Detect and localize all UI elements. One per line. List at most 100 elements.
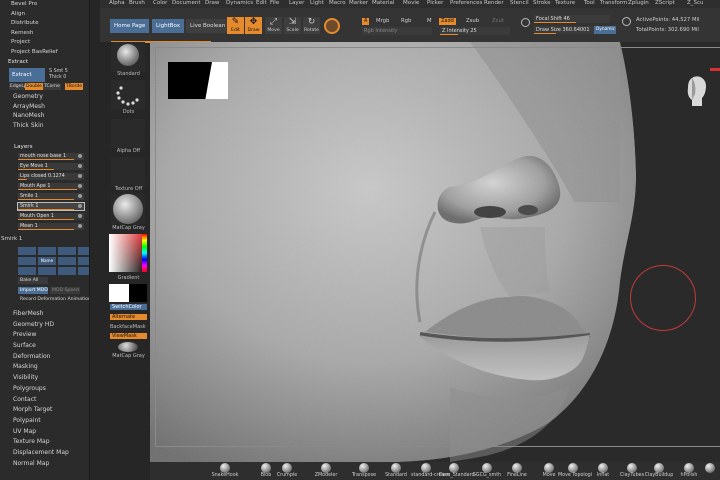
menu-item[interactable]: Alpha xyxy=(109,0,125,7)
layer-action-button[interactable] xyxy=(78,247,89,255)
eye-icon[interactable] xyxy=(78,154,82,158)
eye-icon[interactable] xyxy=(78,164,82,168)
subpalette-item[interactable]: Displacement Map xyxy=(0,448,89,459)
subpalette-item[interactable]: Texture Map xyxy=(0,437,89,448)
layer-action-button[interactable] xyxy=(58,247,76,255)
layer-action-button[interactable] xyxy=(58,267,76,275)
stroke-dots-thumb[interactable] xyxy=(111,80,145,110)
layer-action-button[interactable] xyxy=(18,257,36,265)
menu-item[interactable]: Zplugin xyxy=(628,0,649,7)
layer-action-button[interactable] xyxy=(78,267,89,275)
navigator-thumbnail[interactable] xyxy=(168,62,228,99)
layer-row[interactable]: Smile 1 xyxy=(18,193,84,201)
subpalette-item[interactable]: FiberMesh xyxy=(0,309,89,320)
subpalette-item[interactable]: Deformation xyxy=(0,352,89,363)
layers-header[interactable]: Layers xyxy=(6,143,33,153)
brush-button[interactable]: Move Topologi xyxy=(558,462,592,479)
menu-item[interactable]: Light xyxy=(310,0,324,7)
subpalette-item[interactable]: Surface xyxy=(0,341,89,352)
brush-button[interactable]: ClayTubes xyxy=(617,462,647,479)
bake-all-button[interactable]: Bake All xyxy=(18,277,48,284)
s-smt-slider[interactable]: S Smt 5 xyxy=(49,69,68,74)
layer-row[interactable]: Eye Move 1 xyxy=(18,163,84,171)
menu-item[interactable]: Stroke xyxy=(533,0,551,7)
focal-shift-slider[interactable]: Focal Shift 46 xyxy=(534,15,610,23)
move-button[interactable]: ⤢ Move xyxy=(265,17,282,34)
brush-button[interactable]: ZModeler xyxy=(311,462,341,479)
extract-toggle[interactable]: Double xyxy=(25,83,43,91)
home-page-button[interactable]: Home Page xyxy=(110,19,150,33)
layer-action-button[interactable] xyxy=(78,257,89,265)
rgb-toggle[interactable]: Rgb xyxy=(401,18,411,24)
eye-icon[interactable] xyxy=(78,184,82,188)
brush-button[interactable]: Inflat xyxy=(588,462,618,479)
eye-icon[interactable] xyxy=(78,204,82,208)
menu-item[interactable]: Marker xyxy=(349,0,368,7)
menu-item[interactable]: Texture xyxy=(555,0,575,7)
extract-toggle[interactable]: TCorne xyxy=(43,83,61,91)
alternate-button[interactable]: Alternate xyxy=(110,314,147,320)
viewmask-button[interactable]: ViewMask xyxy=(110,333,147,339)
dynamic-toggle[interactable]: Dynamic xyxy=(594,26,616,34)
menu-item[interactable]: Brush xyxy=(129,0,145,7)
subpalette-item[interactable]: Geometry HD xyxy=(0,320,89,331)
subpalette-item[interactable]: Morph Target xyxy=(0,405,89,416)
brush-button[interactable]: ClayBuildup xyxy=(644,462,674,479)
brush-button[interactable]: SnakeHook xyxy=(210,462,240,479)
layer-action-button[interactable] xyxy=(38,247,56,255)
brush-button[interactable]: Transpose xyxy=(349,462,379,479)
layer-row[interactable]: Mouth Open 1 xyxy=(18,213,84,221)
layer-row[interactable]: Mouth Ape 1 xyxy=(18,183,84,191)
brush-button[interactable]: Standard xyxy=(381,462,411,479)
menu-item[interactable]: Tool xyxy=(584,0,595,7)
menu-item[interactable]: Macro xyxy=(329,0,346,7)
eye-icon[interactable] xyxy=(78,194,82,198)
rotate-button[interactable]: ↻ Rotate xyxy=(303,17,320,34)
brush-button[interactable]: standard-crease xyxy=(411,462,450,479)
live-boolean-button[interactable]: Live Boolean xyxy=(186,19,230,33)
brush-button[interactable]: Dam_Standard xyxy=(439,462,475,479)
scale-button[interactable]: ⇲ Scale xyxy=(284,17,301,34)
subpalette-item[interactable]: Polypaint xyxy=(0,416,89,427)
main-color-swatch[interactable] xyxy=(109,284,129,302)
mdd-speed-slider[interactable]: MDD Speed xyxy=(50,287,80,294)
rgb-intensity-slider[interactable]: Rgb Intensity xyxy=(362,27,432,35)
matcap-thumb[interactable] xyxy=(111,194,145,224)
brush-button[interactable]: SGCG_smth xyxy=(472,462,502,479)
edit-button[interactable]: ✎ Edit xyxy=(227,17,244,34)
layer-action-button[interactable] xyxy=(18,267,36,275)
menu-item[interactable]: File xyxy=(270,0,279,7)
menu-item[interactable]: Picker xyxy=(427,0,443,7)
canvas-viewport[interactable] xyxy=(150,42,720,462)
brush-button[interactable] xyxy=(695,462,720,473)
material-sphere-icon[interactable] xyxy=(324,18,340,34)
subpalette-item[interactable]: Visibility xyxy=(0,373,89,384)
m-toggle[interactable]: M xyxy=(427,18,432,24)
menu-item[interactable]: Preferences xyxy=(450,0,482,7)
hue-strip[interactable] xyxy=(142,234,147,272)
menu-item[interactable]: Movie xyxy=(403,0,419,7)
draw-size-slider[interactable]: Draw Size 360.64001 xyxy=(534,26,594,34)
menu-item[interactable]: Color xyxy=(153,0,167,7)
layer-action-button[interactable] xyxy=(58,257,76,265)
menu-item[interactable]: Dynamics xyxy=(226,0,253,7)
layer-action-button[interactable] xyxy=(38,267,56,275)
draw-button[interactable]: ✥ Draw xyxy=(245,17,262,34)
subpalette-item[interactable]: Geometry xyxy=(0,92,89,102)
import-mdd-button[interactable]: Import MDD xyxy=(18,287,48,294)
subpalette-item[interactable]: Preview xyxy=(0,330,89,341)
color-picker[interactable] xyxy=(109,234,147,272)
layer-row[interactable]: Mean 1 xyxy=(18,223,84,231)
menu-item[interactable]: ZScript xyxy=(655,0,675,7)
layer-action-button[interactable] xyxy=(18,247,36,255)
z-intensity-slider[interactable]: Z Intensity 25 xyxy=(440,27,510,35)
zsub-toggle[interactable]: Zsub xyxy=(466,18,479,24)
subpalette-item[interactable]: Thick Skin xyxy=(0,121,89,131)
eye-icon[interactable] xyxy=(78,224,82,228)
tool-menu-item[interactable]: Project BasRelief xyxy=(0,48,89,58)
subpalette-item[interactable]: UV Map xyxy=(0,427,89,438)
menu-item[interactable]: Layer xyxy=(289,0,304,7)
thick-slider[interactable]: Thick 0 xyxy=(49,75,66,80)
menu-item[interactable]: Material xyxy=(372,0,394,7)
zadd-toggle[interactable]: Zadd xyxy=(439,18,456,25)
